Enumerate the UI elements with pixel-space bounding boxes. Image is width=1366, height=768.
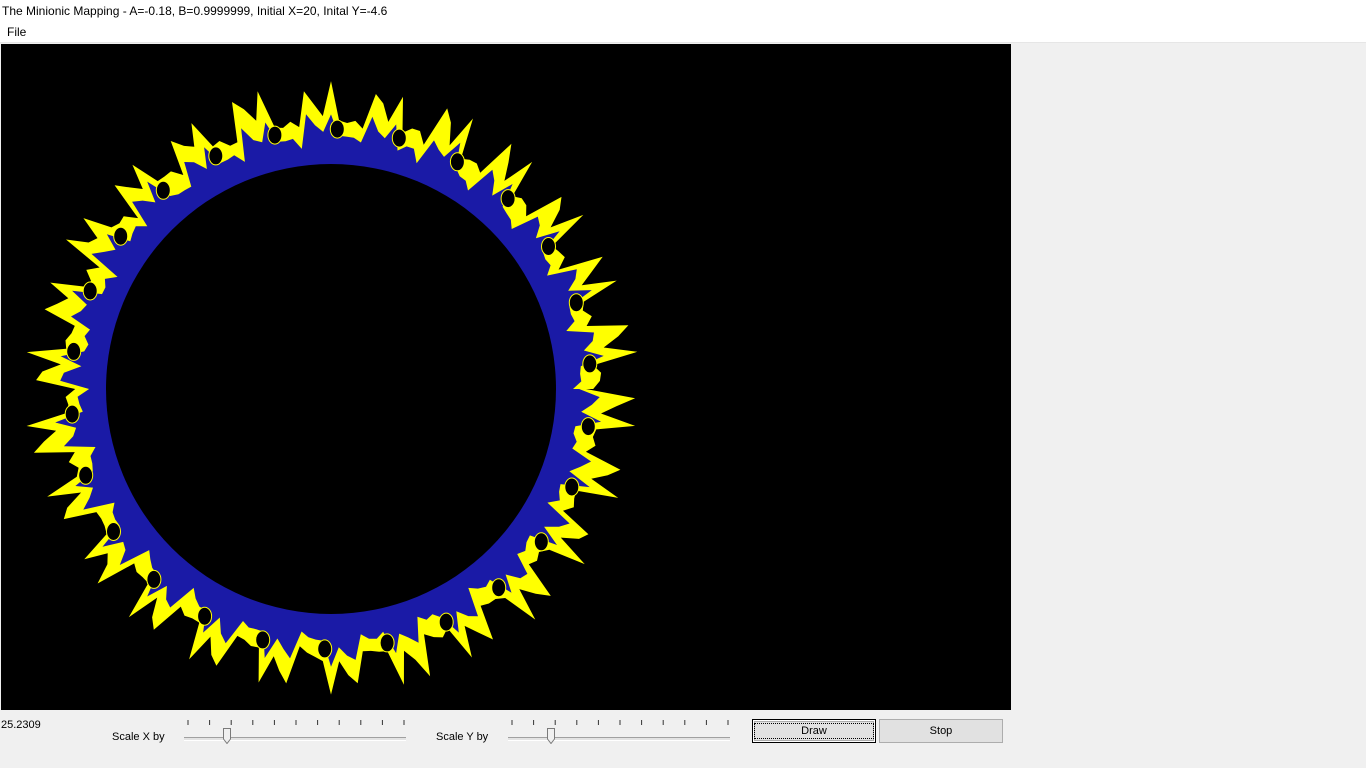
attractor-island: [255, 630, 271, 650]
attractor-island: [78, 465, 94, 485]
attractor-island: [317, 639, 333, 659]
attractor-island: [541, 237, 556, 256]
scale-x-channel: [184, 737, 406, 741]
menu-file[interactable]: File: [2, 23, 31, 41]
attractor-island: [155, 180, 171, 200]
attractor-island: [491, 578, 507, 598]
attractor-island: [533, 532, 549, 552]
attractor-island: [146, 569, 162, 589]
attractor-island: [329, 119, 345, 139]
scale-y-slider[interactable]: [502, 716, 734, 746]
attractor-island: [82, 281, 98, 301]
attractor-island: [197, 606, 213, 626]
draw-button[interactable]: Draw: [752, 719, 876, 743]
stop-button[interactable]: Stop: [879, 719, 1003, 743]
scale-y-channel: [508, 737, 730, 741]
attractor-island: [379, 633, 395, 653]
attractor-island: [66, 341, 82, 361]
attractor-island: [500, 189, 516, 209]
window-title: The Minionic Mapping - A=-0.18, B=0.9999…: [0, 0, 1366, 22]
scale-x-thumb[interactable]: [222, 728, 231, 744]
attractor-plot: [26, 81, 638, 695]
attractor-island: [438, 612, 454, 632]
attractor-island: [582, 354, 598, 374]
scale-x-label: Scale X by: [112, 731, 165, 743]
menu-bar: File: [0, 22, 1366, 43]
attractor-island: [449, 152, 465, 172]
attractor-island: [580, 417, 596, 437]
attractor-island: [391, 128, 407, 148]
attractor-island: [267, 125, 283, 145]
scale-y-thumb[interactable]: [546, 728, 555, 744]
attractor-center: [106, 164, 556, 614]
attractor-island: [64, 404, 80, 424]
draw-button-label: Draw: [754, 723, 874, 739]
attractor-island: [568, 293, 584, 313]
scale-y-label: Scale Y by: [436, 731, 489, 743]
attractor-island: [106, 522, 121, 541]
scale-x-slider[interactable]: [178, 716, 410, 746]
scale-y-ticks: [511, 720, 729, 725]
drawing-canvas: [1, 44, 1011, 710]
attractor-island: [113, 226, 129, 246]
attractor-island: [564, 477, 580, 497]
value-readout: 25.2309: [1, 719, 41, 731]
scale-x-ticks: [187, 720, 405, 725]
attractor-island: [208, 146, 224, 166]
